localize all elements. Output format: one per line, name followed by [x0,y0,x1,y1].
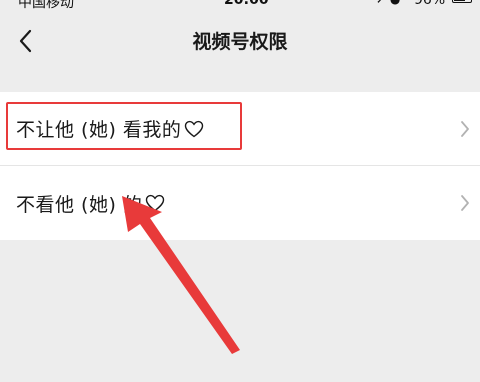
list-item-label: 不看他 (她) 的 [16,190,165,217]
list-item-label: 不让他 (她) 看我的 [16,115,204,142]
heart-outline-icon [146,194,165,212]
heart-outline-icon [185,120,204,137]
chevron-right-icon [461,195,469,211]
list-item-hide-my-content[interactable]: 不让他 (她) 看我的 [0,92,480,165]
battery-icon [452,0,472,3]
page-title: 视频号权限 [192,31,288,53]
status-time: 20:00 [224,0,269,8]
status-bar: 中国移动 ◠ 20:00 ➚ ● 96% [0,0,480,11]
chevron-right-icon [461,120,469,137]
list-item-hide-their-content[interactable]: 不看他 (她) 的 [0,165,480,240]
location-icon: ➚ ● [376,0,400,6]
navigation-bar: 视频号权限 [0,10,480,72]
permission-list: 不让他 (她) 看我的 不看他 (她) 的 [0,92,480,240]
battery-percent: 96% [414,0,446,8]
wifi-icon: ◠ [104,0,115,7]
